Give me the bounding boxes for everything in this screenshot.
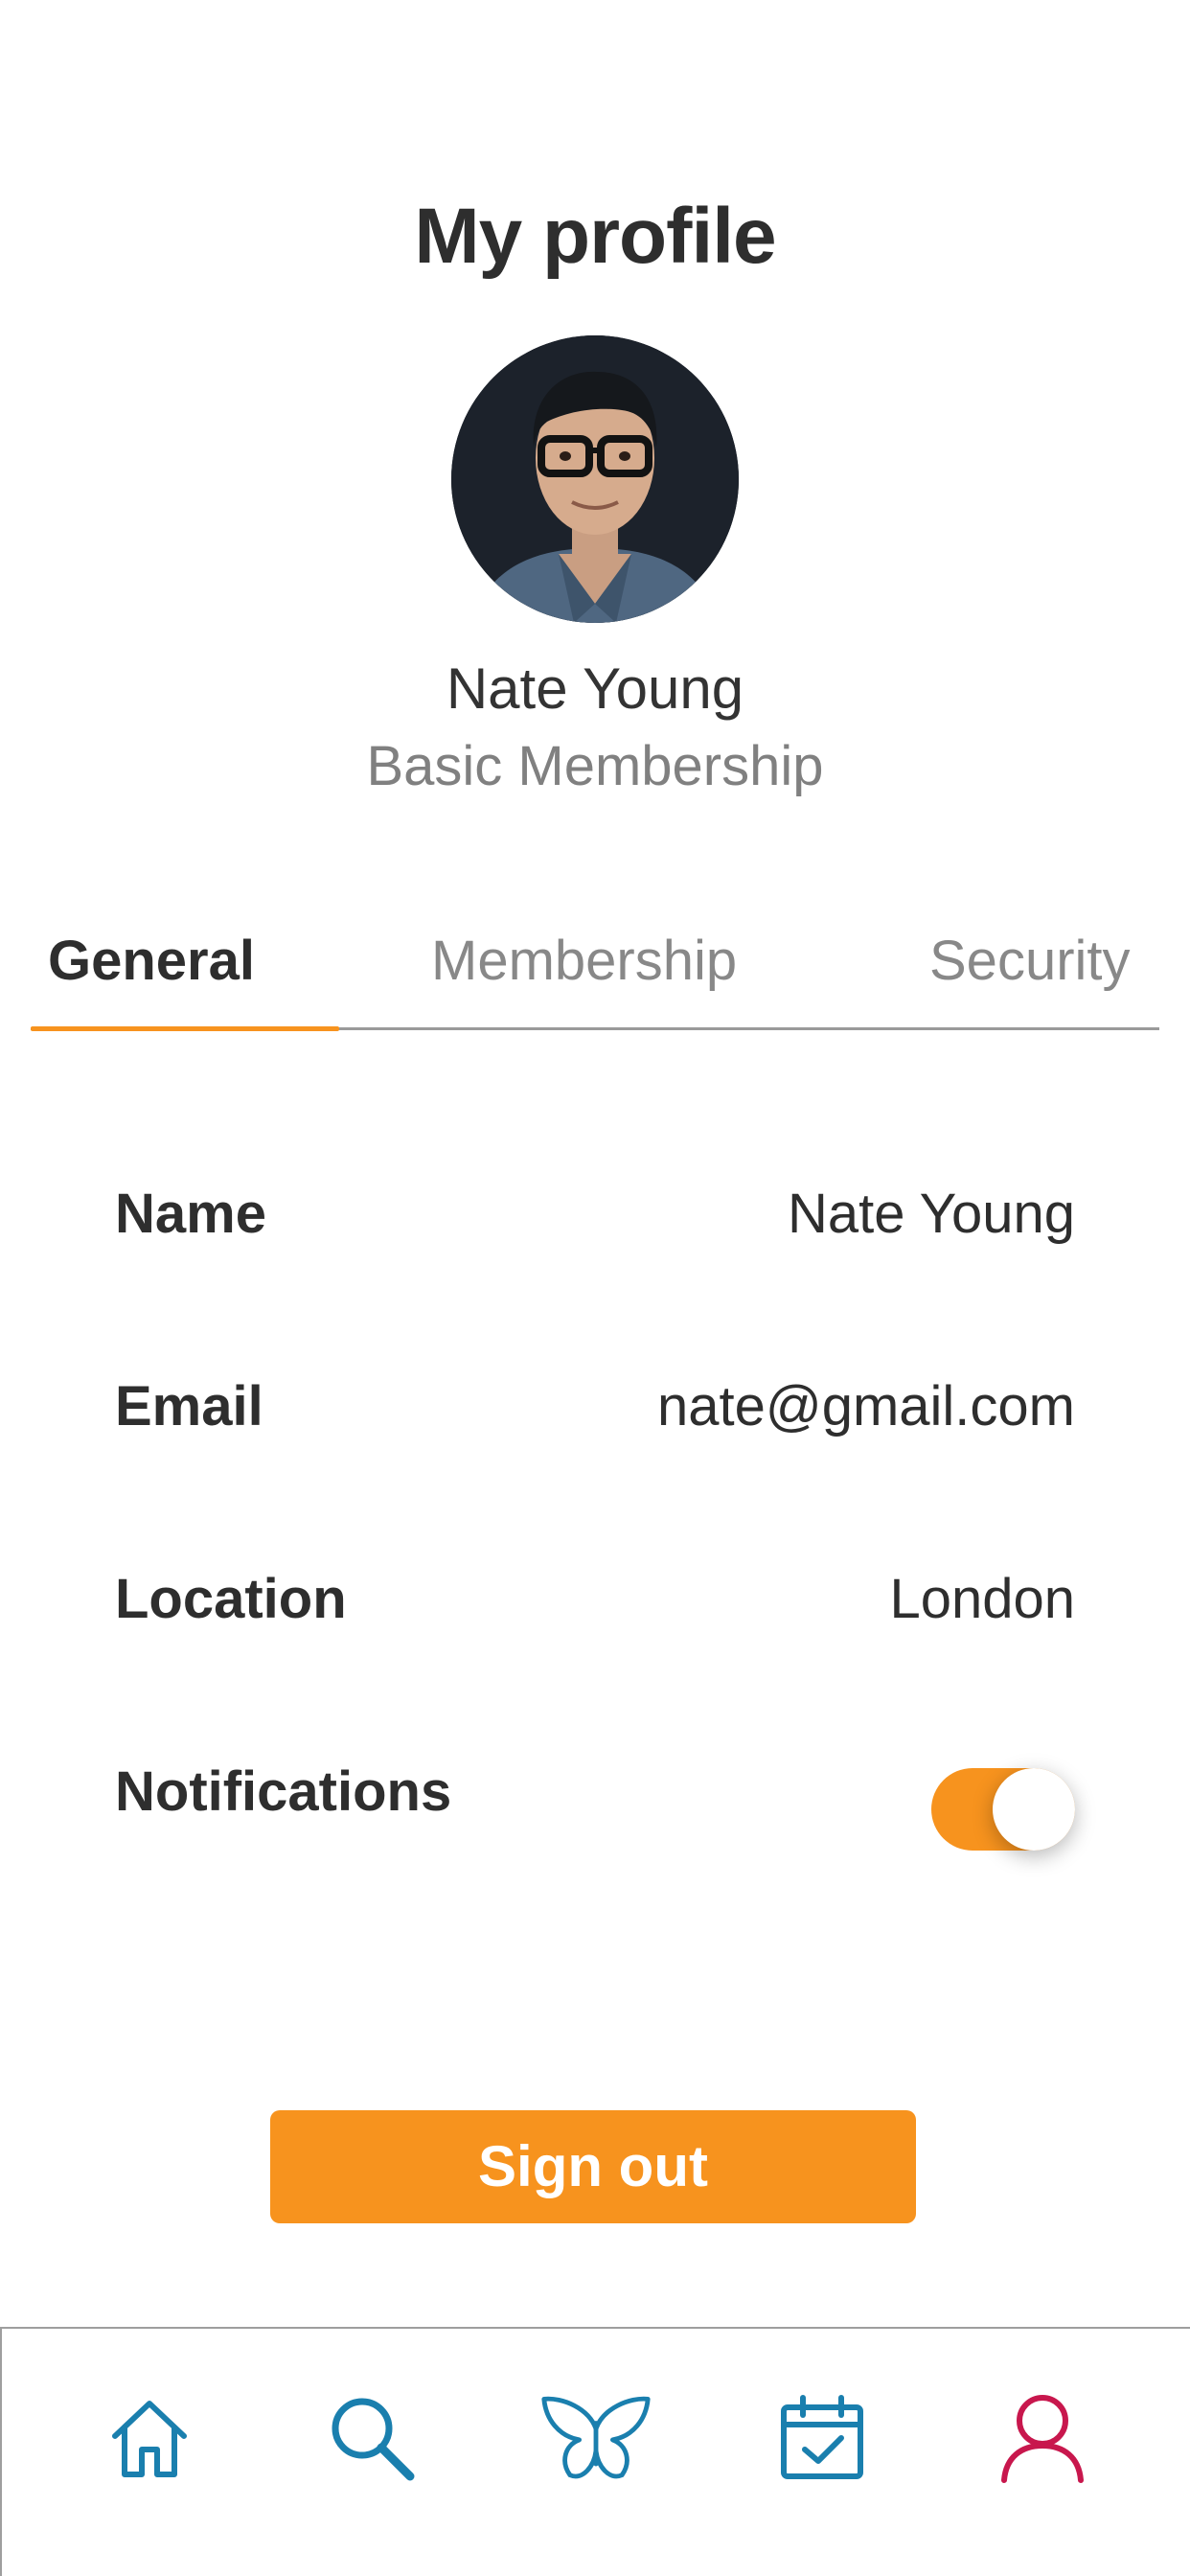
nav-explore[interactable] (538, 2380, 653, 2496)
notifications-label: Notifications (115, 1760, 452, 1823)
nav-calendar[interactable] (765, 2380, 880, 2496)
active-tab-indicator (31, 1026, 339, 1031)
profile-screen: My profile Nate Young Basic Membership G… (0, 0, 1190, 2576)
user-name: Nate Young (446, 656, 744, 721)
toggle-knob (993, 1768, 1075, 1851)
page-title: My profile (414, 193, 776, 280)
tab-general[interactable]: General (48, 918, 255, 1004)
sign-out-button[interactable]: Sign out (270, 2110, 916, 2223)
profile-icon (1001, 2395, 1084, 2483)
email-value: nate@gmail.com (656, 1375, 1075, 1438)
calendar-check-icon (781, 2395, 863, 2479)
nav-profile[interactable] (985, 2380, 1100, 2496)
email-label: Email (115, 1375, 263, 1438)
membership-level: Basic Membership (366, 735, 824, 797)
location-value: London (889, 1568, 1075, 1630)
notifications-toggle[interactable] (931, 1768, 1075, 1851)
profile-tabs: General Membership Security (31, 918, 1159, 1033)
search-icon (332, 2398, 415, 2481)
nav-search[interactable] (314, 2380, 429, 2496)
avatar (451, 335, 739, 623)
location-label: Location (115, 1568, 347, 1630)
home-icon (112, 2401, 187, 2477)
notifications-row: Notifications (115, 1749, 1075, 1851)
name-row: Name Nate Young (115, 1171, 1075, 1257)
email-row: Email nate@gmail.com (115, 1364, 1075, 1450)
nav-home[interactable] (92, 2380, 207, 2496)
bottom-nav-bar (0, 2327, 1190, 2576)
tab-membership[interactable]: Membership (431, 918, 737, 1004)
tab-security[interactable]: Security (929, 918, 1131, 1004)
butterfly-icon (541, 2396, 651, 2479)
name-value: Nate Young (788, 1183, 1075, 1245)
name-label: Name (115, 1183, 266, 1245)
location-row: Location London (115, 1556, 1075, 1643)
